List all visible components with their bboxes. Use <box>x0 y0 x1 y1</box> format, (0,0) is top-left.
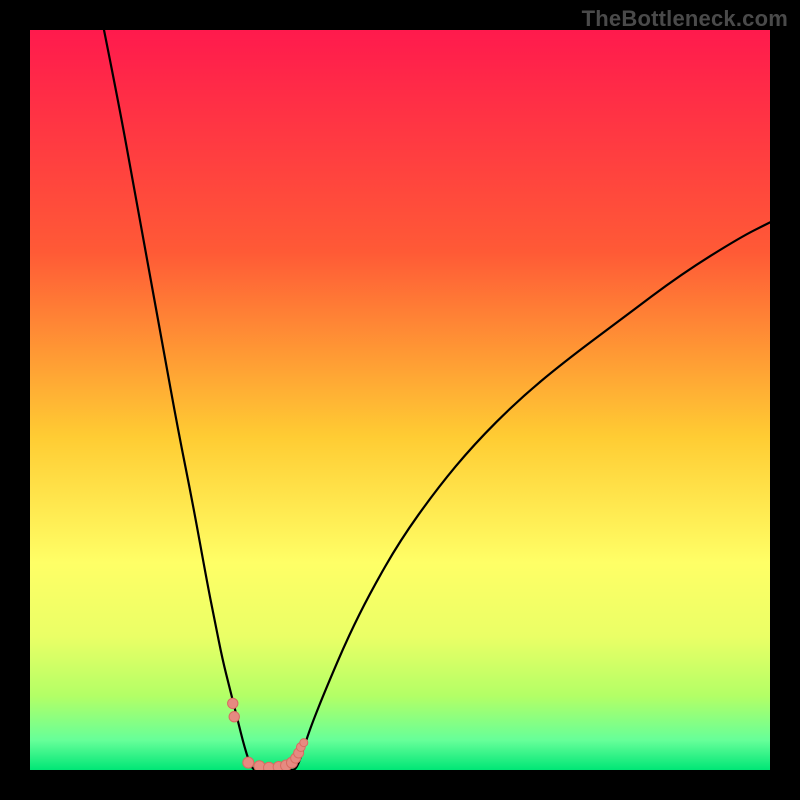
marker-point <box>243 757 254 768</box>
marker-point <box>229 712 239 722</box>
marker-point <box>228 698 238 708</box>
marker-point <box>300 739 308 747</box>
chart-svg <box>30 30 770 770</box>
gradient-background <box>30 30 770 770</box>
chart-frame: TheBottleneck.com <box>0 0 800 800</box>
watermark-text: TheBottleneck.com <box>582 6 788 32</box>
plot-area <box>30 30 770 770</box>
